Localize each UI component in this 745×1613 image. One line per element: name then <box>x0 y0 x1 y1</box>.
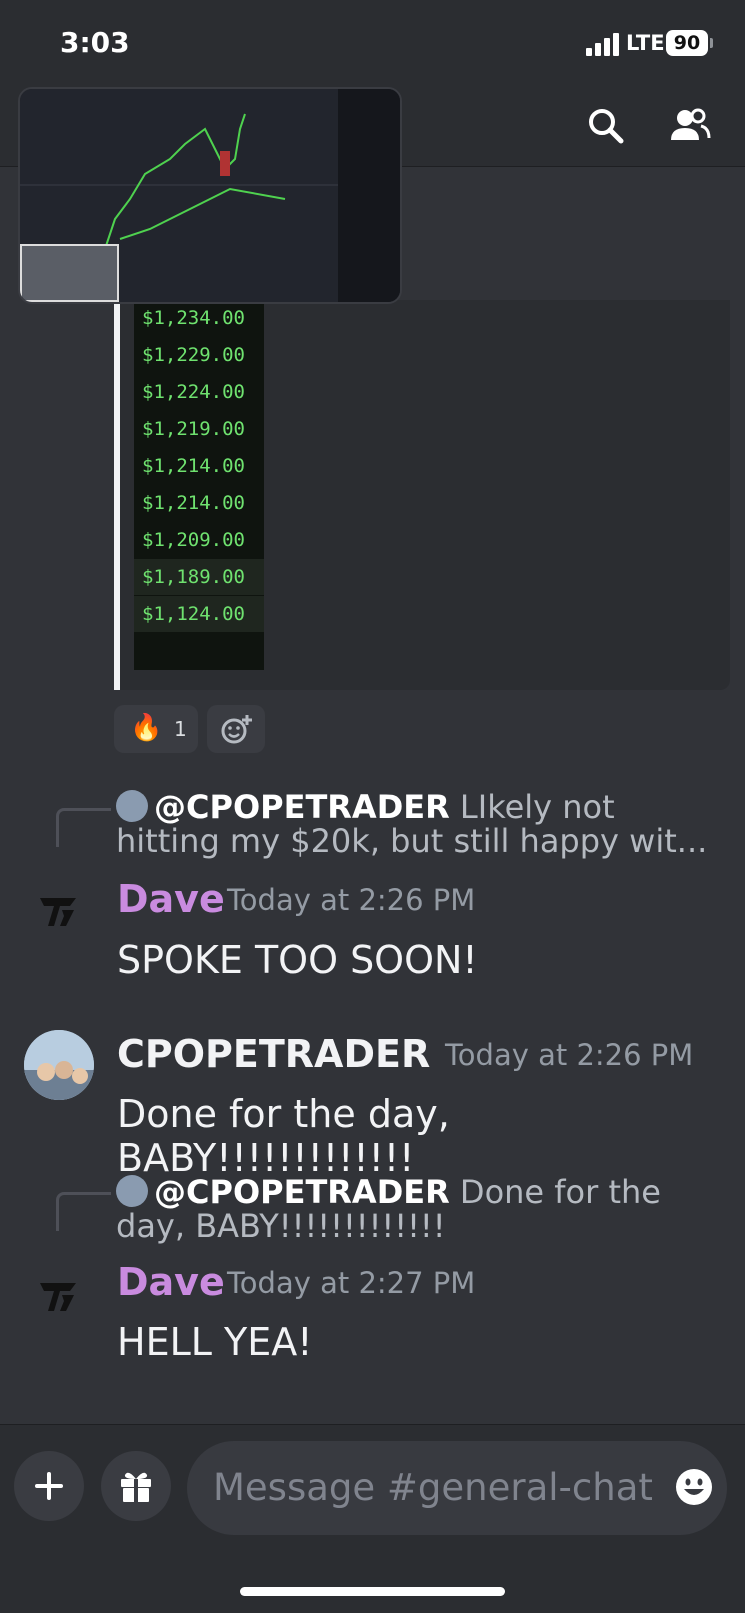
gift-icon <box>121 1472 151 1502</box>
message-input[interactable]: Message #general-chat <box>187 1441 727 1535</box>
network-label: LTE <box>626 31 665 55</box>
message-content: SPOKE TOO SOON! <box>117 938 478 982</box>
message-timestamp: Today at 2:27 PM <box>227 1266 476 1300</box>
message-username[interactable]: CPOPETRADER <box>117 1032 430 1076</box>
reply-avatar <box>116 1175 148 1207</box>
price-row: $1,219.00 <box>142 418 245 440</box>
dave-avatar[interactable] <box>36 1273 82 1319</box>
reply-connector <box>56 808 111 847</box>
message-content: HELL YEA! <box>117 1320 313 1364</box>
reply-username[interactable]: @CPOPETRADER <box>154 788 450 826</box>
message-username[interactable]: Dave <box>117 877 225 921</box>
price-row: $1,189.00 <box>134 559 264 595</box>
signal-icon <box>586 32 620 56</box>
reply-username[interactable]: @CPOPETRADER <box>154 1173 450 1211</box>
webcam-thumbnail <box>20 244 119 302</box>
reply-avatar <box>116 790 148 822</box>
avatar-photo <box>24 1030 94 1100</box>
add-reaction-icon <box>221 715 252 744</box>
status-bar: 3:03 LTE 90 <box>0 0 745 80</box>
price-row: $1,124.00 <box>134 596 264 632</box>
price-row: $1,229.00 <box>142 344 245 366</box>
members-icon[interactable] <box>668 104 712 148</box>
dave-avatar[interactable] <box>36 888 82 934</box>
price-row: $1,214.00 <box>142 455 245 477</box>
attach-button[interactable] <box>14 1451 84 1521</box>
reply-preview[interactable]: @CPOPETRADER Done for the day, BABY!!!!!… <box>116 1175 716 1243</box>
message-timestamp: Today at 2:26 PM <box>227 883 476 917</box>
price-row: $1,214.00 <box>142 492 245 514</box>
message-content: Done for the day, BABY!!!!!!!!!!!!! <box>117 1092 450 1180</box>
add-reaction-button[interactable] <box>207 705 265 753</box>
price-row: $1,224.00 <box>142 381 245 403</box>
price-row: $1,234.00 <box>142 307 245 329</box>
reply-preview[interactable]: @CPOPETRADER LIkely not hitting my $20k,… <box>116 790 716 858</box>
message-placeholder: Message #general-chat <box>213 1466 653 1509</box>
price-list: $1,234.00 $1,229.00 $1,224.00 $1,219.00 … <box>134 300 264 670</box>
search-icon[interactable] <box>584 104 628 148</box>
reply-connector <box>56 1192 111 1231</box>
home-indicator <box>240 1587 505 1596</box>
battery-tip <box>710 38 713 48</box>
fire-emoji: 🔥 <box>130 713 163 743</box>
message-timestamp: Today at 2:26 PM <box>445 1038 694 1072</box>
reaction-count: 1 <box>174 717 187 741</box>
battery-icon: 90 <box>666 30 708 56</box>
price-row: $1,209.00 <box>142 529 245 551</box>
message-username[interactable]: Dave <box>117 1260 225 1304</box>
pip-video[interactable] <box>18 87 402 304</box>
emoji-icon[interactable] <box>674 1467 714 1507</box>
status-time: 3:03 <box>60 26 130 59</box>
cpopetrader-avatar[interactable] <box>24 1030 94 1100</box>
gift-button[interactable] <box>101 1451 171 1521</box>
reaction-fire[interactable]: 🔥 1 <box>114 705 198 753</box>
plus-icon <box>35 1472 63 1500</box>
